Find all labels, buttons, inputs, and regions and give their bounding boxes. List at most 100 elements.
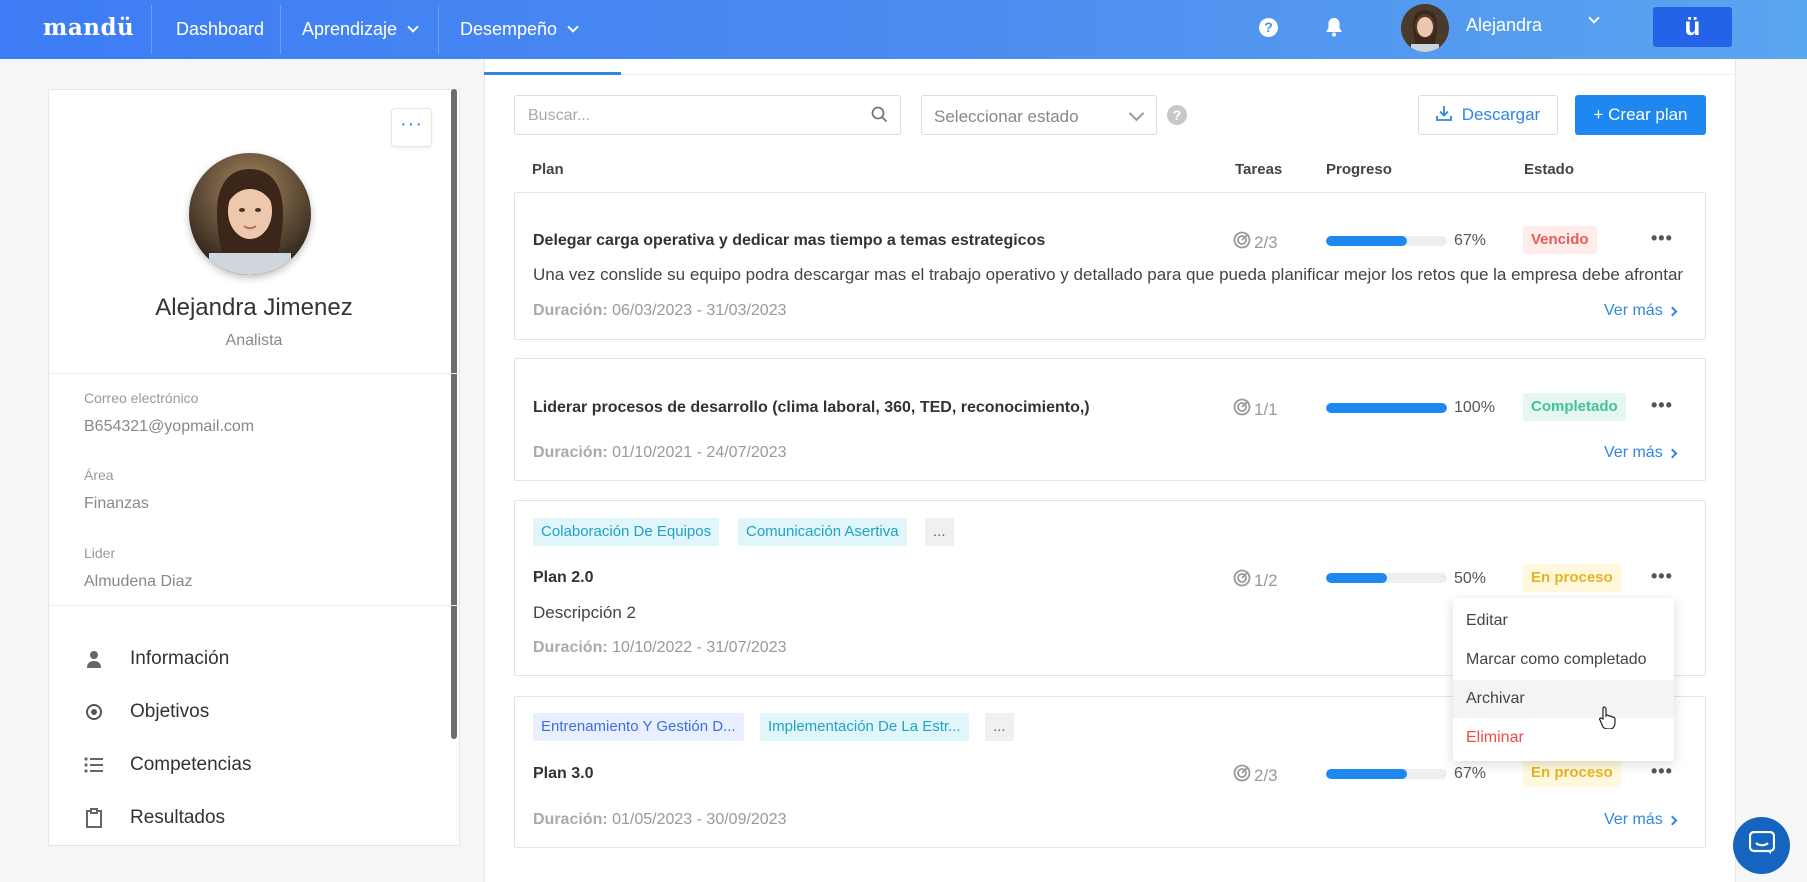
plan-description: Descripción 2 bbox=[533, 603, 636, 622]
hand-cursor-icon bbox=[1598, 705, 1617, 734]
nav-dashboard[interactable]: Dashboard bbox=[176, 0, 264, 59]
plan-tasks: 1/2 bbox=[1233, 569, 1278, 592]
tasks-value: 1/1 bbox=[1254, 399, 1278, 419]
status-badge: En proceso bbox=[1523, 564, 1621, 592]
user-avatar[interactable] bbox=[1401, 4, 1449, 52]
list-icon bbox=[84, 756, 104, 774]
leader-value: Almudena Diaz bbox=[84, 573, 193, 590]
duration-label: Duración: bbox=[533, 811, 608, 828]
plan-tasks: 2/3 bbox=[1233, 764, 1278, 787]
chevron-right-icon bbox=[1667, 306, 1678, 316]
plan-tasks: 1/1 bbox=[1233, 398, 1278, 421]
row-options-button[interactable]: ••• bbox=[1651, 566, 1673, 587]
duration-label: Duración: bbox=[533, 639, 608, 656]
status-badge: Completado bbox=[1523, 393, 1626, 421]
see-more-label: Ver más bbox=[1604, 811, 1663, 828]
duration-value: 01/10/2021 - 24/07/2023 bbox=[612, 444, 787, 461]
profile-menu-label: Competencias bbox=[130, 754, 252, 775]
status-badge: Vencido bbox=[1523, 226, 1597, 254]
see-more-link[interactable]: Ver más bbox=[1604, 811, 1678, 829]
plan-duration: Duración: 01/05/2023 - 30/09/2023 bbox=[533, 811, 787, 829]
progress-fill bbox=[1326, 403, 1447, 413]
top-navbar: mandü Dashboard Aprendizaje Desempeño ? … bbox=[0, 0, 1807, 59]
nav-separator bbox=[280, 5, 281, 54]
see-more-link[interactable]: Ver más bbox=[1604, 444, 1678, 462]
more-tags[interactable]: ... bbox=[925, 518, 954, 546]
column-header-state: Estado bbox=[1524, 161, 1575, 178]
chevron-right-icon bbox=[1667, 815, 1678, 825]
row-options-button[interactable]: ••• bbox=[1651, 395, 1673, 416]
search-placeholder: Buscar... bbox=[528, 107, 591, 124]
chat-support-button[interactable] bbox=[1733, 817, 1790, 874]
competency-tag[interactable]: Comunicación Asertiva bbox=[738, 518, 907, 546]
nav-aprendizaje-label: Aprendizaje bbox=[302, 19, 398, 39]
see-more-label: Ver más bbox=[1604, 302, 1663, 319]
user-name[interactable]: Alejandra bbox=[1466, 15, 1542, 36]
area-label: Área bbox=[84, 467, 114, 483]
email-label: Correo electrónico bbox=[84, 390, 199, 406]
duration-value: 06/03/2023 - 31/03/2023 bbox=[612, 302, 787, 319]
nav-desempeno-label: Desempeño bbox=[460, 19, 558, 39]
progress-bar bbox=[1326, 236, 1447, 246]
active-tab-indicator bbox=[484, 72, 621, 75]
column-header-progress: Progreso bbox=[1326, 161, 1392, 178]
profile-menu-resultados[interactable]: Resultados bbox=[84, 807, 225, 829]
menu-item-archivar[interactable]: Archivar bbox=[1453, 680, 1674, 718]
create-plan-button[interactable]: + Crear plan bbox=[1575, 95, 1706, 135]
row-options-button[interactable]: ••• bbox=[1651, 228, 1673, 249]
plan-title[interactable]: Plan 2.0 bbox=[533, 569, 593, 587]
scrollbar[interactable] bbox=[451, 89, 457, 739]
progress-percent: 50% bbox=[1454, 570, 1487, 587]
menu-item-eliminar[interactable]: Eliminar bbox=[1453, 719, 1674, 757]
download-label: Descargar bbox=[1461, 105, 1541, 124]
target-icon bbox=[1233, 764, 1251, 787]
status-badge: En proceso bbox=[1523, 759, 1621, 787]
profile-menu-objetivos[interactable]: Objetivos bbox=[84, 701, 209, 723]
bell-icon[interactable] bbox=[1324, 16, 1344, 43]
divider bbox=[48, 373, 460, 374]
chat-icon bbox=[1748, 830, 1775, 860]
search-input[interactable]: Buscar... bbox=[514, 95, 901, 135]
plan-title[interactable]: Plan 3.0 bbox=[533, 765, 593, 783]
profile-menu-competencias[interactable]: Competencias bbox=[84, 754, 251, 776]
progress-bar bbox=[1326, 573, 1447, 583]
plan-duration: Duración: 10/10/2022 - 31/07/2023 bbox=[533, 639, 787, 657]
menu-item-marcar-completado[interactable]: Marcar como completado bbox=[1453, 641, 1674, 679]
plan-title[interactable]: Delegar carga operativa y dedicar mas ti… bbox=[533, 232, 1045, 250]
competency-tag[interactable]: Colaboración De Equipos bbox=[533, 518, 720, 546]
target-icon bbox=[1233, 569, 1251, 592]
profile-menu-label: Información bbox=[130, 648, 230, 669]
progress-fill bbox=[1326, 573, 1387, 583]
user-menu-chevron-icon[interactable] bbox=[1588, 12, 1600, 24]
plan-title[interactable]: Liderar procesos de desarrollo (clima la… bbox=[533, 399, 1090, 417]
profile-name: Alejandra Jimenez bbox=[155, 294, 353, 321]
divider bbox=[48, 605, 460, 606]
profile-role: Analista bbox=[225, 332, 283, 349]
competency-tag[interactable]: Implementación De La Estr... bbox=[760, 713, 969, 741]
question-icon[interactable]: ? bbox=[1167, 105, 1187, 125]
nav-desempeno[interactable]: Desempeño bbox=[460, 0, 579, 59]
profile-options-button[interactable]: ··· bbox=[391, 108, 432, 147]
menu-item-editar[interactable]: Editar bbox=[1453, 602, 1674, 640]
see-more-link[interactable]: Ver más bbox=[1604, 302, 1678, 320]
person-icon bbox=[84, 650, 104, 668]
search-icon[interactable] bbox=[871, 106, 888, 128]
state-select[interactable]: Seleccionar estado bbox=[921, 95, 1157, 135]
competency-tag[interactable]: Entrenamiento Y Gestión D... bbox=[533, 713, 744, 741]
nav-aprendizaje[interactable]: Aprendizaje bbox=[302, 0, 419, 59]
row-options-button[interactable]: ••• bbox=[1651, 761, 1673, 782]
duration-value: 01/05/2023 - 30/09/2023 bbox=[612, 811, 787, 828]
tasks-value: 1/2 bbox=[1254, 570, 1278, 590]
download-button[interactable]: Descargar bbox=[1418, 95, 1558, 135]
duration-label: Duración: bbox=[533, 302, 608, 319]
profile-menu-informacion[interactable]: Información bbox=[84, 648, 229, 670]
progress-bar bbox=[1326, 403, 1447, 413]
brand-button[interactable]: ü bbox=[1653, 7, 1732, 47]
progress-percent: 67% bbox=[1454, 232, 1487, 249]
app-logo[interactable]: mandü bbox=[43, 14, 134, 41]
progress-fill bbox=[1326, 769, 1408, 779]
help-icon[interactable]: ? bbox=[1259, 18, 1278, 37]
progress-bar bbox=[1326, 769, 1447, 779]
more-tags[interactable]: ... bbox=[985, 713, 1014, 741]
download-icon bbox=[1435, 105, 1452, 126]
